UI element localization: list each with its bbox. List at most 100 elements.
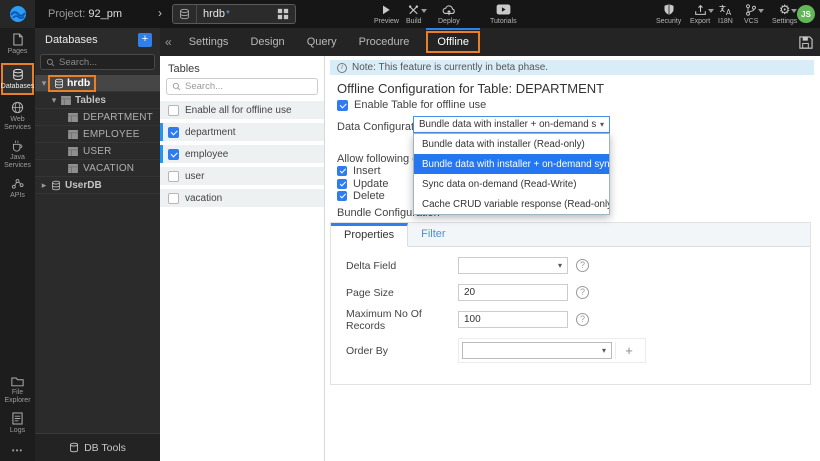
data-configuration-select[interactable]: Bundle data with installer + on-demand s… <box>413 116 610 133</box>
tutorials-button[interactable]: Tutorials <box>490 3 517 27</box>
caret-down-icon[interactable]: ▾ <box>40 78 48 89</box>
vcs-button[interactable]: VCS <box>744 3 765 27</box>
tree-node-table[interactable]: DEPARTMENT <box>35 109 160 126</box>
tab-filter[interactable]: Filter <box>408 223 458 246</box>
more-options-icon[interactable]: ••• <box>12 446 23 455</box>
sidebar-item-web-services[interactable]: Web Services <box>0 101 35 132</box>
i18n-button[interactable]: A I18N <box>718 3 733 27</box>
build-button[interactable]: Build <box>406 3 428 27</box>
caret-down-icon <box>707 9 714 13</box>
operation-update[interactable]: Update <box>337 178 388 190</box>
table-checkbox[interactable] <box>168 170 179 182</box>
caret-right-icon[interactable]: ▸ <box>40 180 48 191</box>
sidebar-item-logs[interactable]: Logs <box>0 412 35 435</box>
save-icon[interactable] <box>798 35 813 50</box>
dropdown-option[interactable]: Sync data on-demand (Read-Write) <box>414 174 609 194</box>
tab-query[interactable]: Query <box>296 28 348 56</box>
tab-procedure[interactable]: Procedure <box>348 28 421 56</box>
data-configuration-dropdown: Bundle data with installer (Read-only) B… <box>413 133 610 215</box>
bundle-configuration-panel: Properties Filter Delta Field ▾ ? Page S… <box>330 222 811 385</box>
table-checkbox[interactable] <box>168 192 179 204</box>
export-button[interactable]: Export <box>690 3 714 27</box>
tree-node-label: USER <box>83 145 112 157</box>
enable-table-row[interactable]: Enable Table for offline use <box>337 99 486 111</box>
add-order-by-button[interactable]: + <box>615 342 642 359</box>
preview-button[interactable]: Preview <box>374 3 399 27</box>
max-records-input[interactable] <box>464 314 554 325</box>
tables-list: Enable all for offline use department em… <box>160 101 324 211</box>
tree-node-hrdb[interactable]: ▾ hrdb <box>35 74 160 92</box>
sidebar-item-apis[interactable]: APIs <box>0 177 35 200</box>
export-icon <box>694 3 714 16</box>
database-search[interactable] <box>40 54 155 70</box>
databases-panel-title: Databases <box>45 34 98 46</box>
tree-node-table[interactable]: USER <box>35 143 160 160</box>
enable-table-checkbox[interactable] <box>337 99 348 111</box>
table-icon <box>61 95 71 105</box>
table-row-department[interactable]: department <box>160 123 324 141</box>
left-icon-rail: Pages Databases Web Services Java Servic… <box>0 28 35 461</box>
tree-node-table[interactable]: VACATION <box>35 160 160 177</box>
insert-checkbox[interactable] <box>337 166 347 176</box>
page-icon <box>12 33 24 46</box>
max-records-label: Maximum No Of Records <box>346 307 422 332</box>
table-icon <box>68 146 78 156</box>
table-row-employee[interactable]: employee <box>160 145 324 163</box>
order-by-select[interactable]: ▾ <box>462 342 612 359</box>
operation-delete[interactable]: Delete <box>337 190 388 202</box>
table-checkbox[interactable] <box>168 148 179 160</box>
enable-all-row[interactable]: Enable all for offline use <box>160 101 324 119</box>
deploy-button[interactable]: Deploy <box>438 3 460 27</box>
tables-panel-title: Tables <box>168 63 200 75</box>
sidebar-item-pages[interactable]: Pages <box>0 33 35 56</box>
app-logo[interactable] <box>0 0 35 28</box>
operations-group: Insert Update Delete <box>337 165 388 204</box>
user-avatar[interactable]: JS <box>797 5 815 23</box>
grid-view-icon[interactable] <box>271 8 295 20</box>
security-button[interactable]: Security <box>656 3 681 27</box>
help-icon[interactable]: ? <box>576 286 589 299</box>
delete-checkbox[interactable] <box>337 191 347 201</box>
gear-icon: ⚙ <box>779 3 798 16</box>
tab-properties[interactable]: Properties <box>331 223 409 247</box>
build-tools-icon <box>407 3 428 16</box>
db-tools-button[interactable]: DB Tools <box>35 433 160 461</box>
table-row-vacation[interactable]: vacation <box>160 189 324 207</box>
tree-node-tables-group[interactable]: ▾ Tables <box>35 92 160 109</box>
insert-label: Insert <box>353 165 381 177</box>
globe-icon <box>11 101 24 114</box>
sidebar-item-file-explorer[interactable]: File Explorer <box>0 376 35 405</box>
caret-down-icon[interactable]: ▾ <box>50 95 58 106</box>
settings-button[interactable]: ⚙ Settings <box>772 3 798 27</box>
tree-node-table[interactable]: EMPLOYEE <box>35 126 160 143</box>
tab-offline[interactable]: Offline <box>426 28 481 53</box>
dropdown-option-selected[interactable]: Bundle data with installer + on-demand s… <box>414 154 609 174</box>
help-icon[interactable]: ? <box>576 313 589 326</box>
page-size-input[interactable] <box>464 287 554 298</box>
delta-field-select[interactable]: ▾ <box>458 257 568 274</box>
collapse-panel-icon[interactable]: « <box>165 35 172 49</box>
tables-search[interactable] <box>166 78 318 95</box>
enable-all-checkbox[interactable] <box>168 104 179 116</box>
tree-node-label: hrdb <box>67 77 91 89</box>
table-row-label: department <box>185 126 236 138</box>
tab-settings[interactable]: Settings <box>178 28 240 56</box>
project-label: Project: 92_pm <box>48 8 122 20</box>
translate-icon: A <box>718 3 732 16</box>
tree-node-label: Tables <box>75 94 106 106</box>
tab-design[interactable]: Design <box>239 28 295 56</box>
database-search-input[interactable] <box>59 56 149 68</box>
sidebar-item-java-services[interactable]: Java Services <box>0 139 35 170</box>
dropdown-option[interactable]: Cache CRUD variable response (Read-only) <box>414 194 609 214</box>
tables-search-input[interactable] <box>185 81 305 92</box>
dropdown-option[interactable]: Bundle data with installer (Read-only) <box>414 134 609 154</box>
tree-node-userdb[interactable]: ▸ UserDB <box>35 177 160 194</box>
table-row-user[interactable]: user <box>160 167 324 185</box>
help-icon[interactable]: ? <box>576 259 589 272</box>
sidebar-item-databases[interactable]: Databases <box>1 63 34 95</box>
database-selector[interactable]: hrdb* <box>172 4 296 24</box>
add-database-button[interactable]: + <box>138 33 152 47</box>
update-checkbox[interactable] <box>337 178 347 189</box>
table-checkbox[interactable] <box>168 126 179 138</box>
operation-insert[interactable]: Insert <box>337 165 388 177</box>
